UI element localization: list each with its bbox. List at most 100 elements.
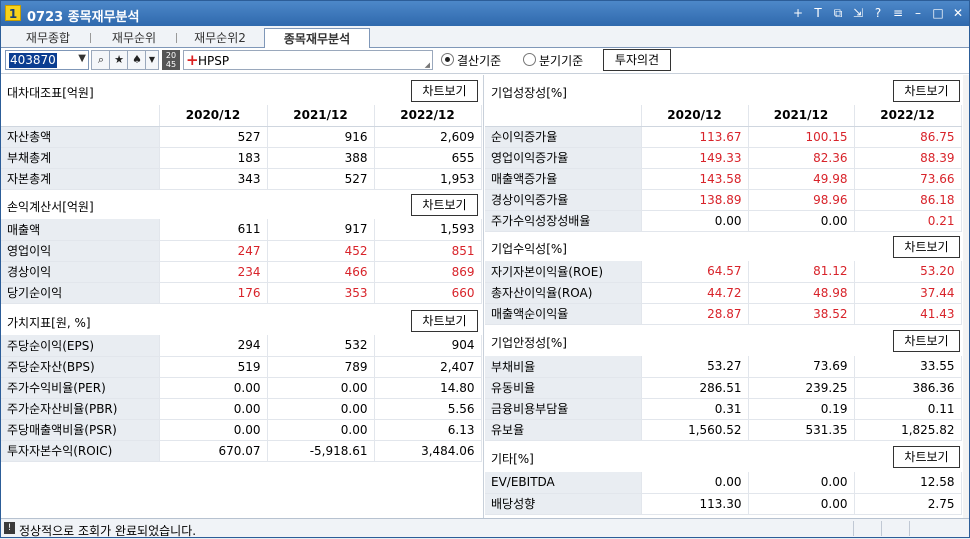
search-icon[interactable]: ⌕: [91, 50, 111, 70]
scrollbar[interactable]: [963, 75, 969, 518]
balance-table: 2020/12 2021/12 2022/12 자산총액 527 916 2,609 부…: [1, 105, 482, 190]
row-value: 0.00: [641, 210, 749, 232]
link-icon[interactable]: ⧉: [831, 5, 845, 21]
row-value: 0.00: [267, 377, 375, 399]
tab-financial-summary[interactable]: 재무종합: [7, 28, 89, 48]
row-value: 531.35: [748, 419, 855, 441]
row-value: 1,593: [374, 219, 482, 241]
row-value: 527: [267, 168, 375, 190]
table-row: EV/EBITDA 0.00 0.00 12.58: [485, 472, 962, 494]
row-value: 113.30: [641, 493, 749, 515]
table-row: 주가순자산비율(PBR) 0.00 0.00 5.56: [1, 398, 482, 420]
header-year: 2022/12: [374, 105, 482, 127]
row-value: 611: [159, 219, 268, 241]
table-row: 부채비율 53.27 73.69 33.55: [485, 356, 962, 378]
header-year: 2021/12: [267, 105, 375, 127]
growth-chart-button[interactable]: 차트보기: [893, 80, 960, 102]
investment-opinion-button[interactable]: 투자의견: [603, 49, 671, 71]
growth-rows: 순이익증가율 113.67 100.15 86.75 영업이익증가율 149.33 82.3…: [485, 126, 962, 232]
row-label: 주가수익성장성배율: [485, 210, 642, 232]
stock-code-value: 403870: [9, 53, 57, 68]
add-icon[interactable]: +: [791, 5, 805, 21]
row-value: 64.57: [641, 261, 749, 283]
table-row: 순이익증가율 113.67 100.15 86.75: [485, 126, 962, 148]
value-chart-button[interactable]: 차트보기: [411, 310, 478, 332]
row-value: 0.00: [159, 377, 268, 399]
content-area: 대차대조표[억원] 차트보기 2020/12 2021/12 2022/12 자…: [1, 75, 969, 518]
row-value: 6.13: [374, 419, 482, 441]
income-section-header: 손익계산서[억원] 차트보기: [1, 191, 483, 219]
export-icon[interactable]: ⇲: [851, 5, 865, 21]
close-icon[interactable]: ✕: [951, 5, 965, 21]
radio-quarter-label: 분기기준: [539, 54, 584, 68]
tab-financial-rank2[interactable]: 재무순위2: [179, 28, 261, 48]
row-value: 343: [159, 168, 268, 190]
stock-name-field[interactable]: + HPSP ◢: [183, 50, 433, 70]
status-divider: [853, 521, 854, 536]
income-chart-button[interactable]: 차트보기: [411, 194, 478, 216]
radio-settlement[interactable]: [441, 53, 454, 66]
maximize-icon[interactable]: □: [931, 5, 945, 21]
row-value: 869: [374, 261, 482, 283]
status-divider: [909, 521, 910, 536]
text-icon[interactable]: T: [811, 5, 825, 21]
row-value: 0.00: [748, 493, 855, 515]
chevron-down-icon[interactable]: ▼: [78, 53, 86, 64]
row-label: EV/EBITDA: [485, 472, 642, 494]
row-value: 100.15: [748, 126, 855, 148]
row-label: 주당순이익(EPS): [1, 335, 160, 357]
help-icon[interactable]: ?: [871, 5, 885, 21]
table-row: 자산총액 527 916 2,609: [1, 126, 482, 148]
tab-stock-financial-analysis[interactable]: 종목재무분석: [264, 28, 370, 49]
window-number-badge: 1: [5, 5, 21, 21]
row-value: 386.36: [854, 377, 962, 399]
title-controls: + T ⧉ ⇲ ? ≡ – □ ✕: [791, 5, 965, 21]
row-value: 452: [267, 240, 375, 262]
menu-icon[interactable]: ≡: [891, 5, 905, 21]
row-value: 73.66: [854, 168, 962, 190]
table-row: 유동비율 286.51 239.25 386.36: [485, 377, 962, 399]
row-value: 1,560.52: [641, 419, 749, 441]
row-value: 1,953: [374, 168, 482, 190]
stock-name: HPSP: [198, 54, 230, 68]
minimize-icon[interactable]: –: [911, 5, 925, 21]
row-label: 투자자본수익(ROIC): [1, 440, 160, 462]
tab-divider: [176, 33, 177, 43]
table-row: 경상이익증가율 138.89 98.96 86.18: [485, 189, 962, 211]
etc-title: 기타[%]: [491, 452, 534, 466]
balance-section-header: 대차대조표[억원] 차트보기: [1, 77, 483, 105]
tab-bar: 재무종합 재무순위 재무순위2 종목재무분석: [1, 26, 969, 49]
row-value: 82.36: [748, 147, 855, 169]
table-row: 배당성향 113.30 0.00 2.75: [485, 493, 962, 515]
growth-title: 기업성장성[%]: [491, 86, 567, 100]
row-label: 주가수익비율(PER): [1, 377, 160, 399]
etc-chart-button[interactable]: 차트보기: [893, 446, 960, 468]
row-value: 353: [267, 282, 375, 304]
income-table: 매출액 611 917 1,593 영업이익 247 452 851 경상이익 234 466 869…: [1, 219, 482, 304]
chevron-down-icon[interactable]: ▼: [145, 50, 159, 70]
table-header-row: 2020/12 2021/12 2022/12: [485, 105, 962, 127]
row-label: 매출액순이익율: [485, 303, 642, 325]
table-row: 투자자본수익(ROIC) 670.07 -5,918.61 3,484.06: [1, 440, 482, 462]
stability-chart-button[interactable]: 차트보기: [893, 330, 960, 352]
stability-rows: 부채비율 53.27 73.69 33.55 유동비율 286.51 239.25 386.3…: [485, 356, 962, 441]
row-value: 234: [159, 261, 268, 283]
status-divider: [881, 521, 882, 536]
growth-section-header: 기업성장성[%] 차트보기: [485, 77, 963, 105]
value-section-header: 가치지표[원, %] 차트보기: [1, 307, 483, 335]
header-blank: [485, 105, 642, 127]
star-icon[interactable]: ★: [109, 50, 129, 70]
balance-chart-button[interactable]: 차트보기: [411, 80, 478, 102]
table-row: 매출액증가율 143.58 49.98 73.66: [485, 168, 962, 190]
stability-section-header: 기업안정성[%] 차트보기: [485, 327, 963, 355]
stock-code-input[interactable]: 403870 ▼: [5, 50, 89, 70]
row-label: 총자산이익율(ROA): [485, 282, 642, 304]
row-label: 자기자본이익율(ROE): [485, 261, 642, 283]
tab-financial-rank[interactable]: 재무순위: [93, 28, 175, 48]
radio-quarter[interactable]: [523, 53, 536, 66]
panel-divider: [483, 75, 484, 518]
row-value: 2,407: [374, 356, 482, 378]
profit-chart-button[interactable]: 차트보기: [893, 236, 960, 258]
spade-icon[interactable]: ♠: [127, 50, 147, 70]
row-value: 88.39: [854, 147, 962, 169]
